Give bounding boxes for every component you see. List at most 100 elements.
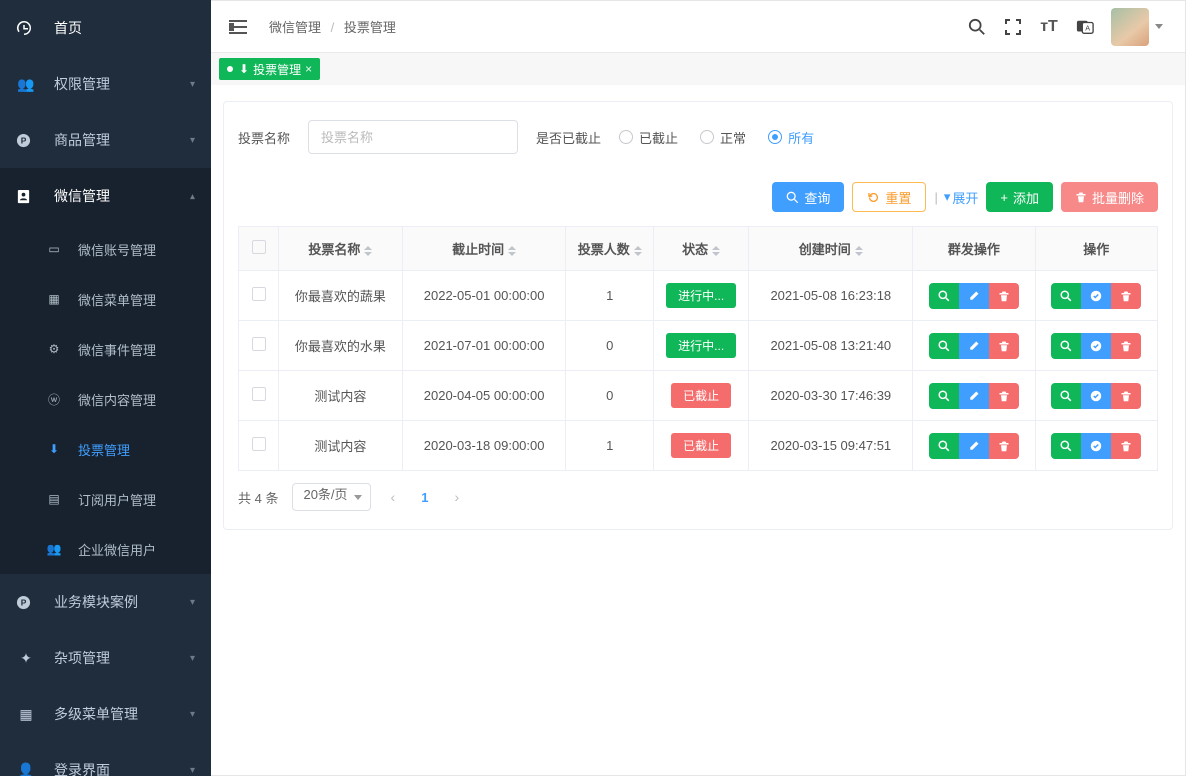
download-icon: ⬇ — [44, 442, 64, 456]
col-op: 操作 — [1035, 227, 1157, 271]
sidebar-item-permission[interactable]: 👥 权限管理 ▾ — [0, 56, 211, 112]
row-check-button[interactable] — [1081, 383, 1111, 409]
expand-link[interactable]: | ▾ 展开 — [934, 188, 978, 207]
filter-name-input[interactable] — [308, 120, 518, 154]
radio-all[interactable]: 所有 — [768, 128, 814, 147]
chevron-down-icon: ▾ — [190, 597, 195, 608]
query-button[interactable]: 查询 — [772, 182, 844, 212]
col-voters[interactable]: 投票人数 — [566, 227, 653, 271]
sidebar-sub-wechat-content[interactable]: ⓦ 微信内容管理 — [0, 374, 211, 424]
group-delete-button[interactable] — [989, 383, 1019, 409]
cell-name: 测试内容 — [279, 371, 403, 421]
reset-button[interactable]: 重置 — [852, 182, 926, 212]
translate-icon[interactable]: A — [1067, 18, 1103, 36]
row-check-button[interactable] — [1081, 283, 1111, 309]
row-view-button[interactable] — [1051, 283, 1081, 309]
col-name[interactable]: 投票名称 — [279, 227, 403, 271]
group-delete-button[interactable] — [989, 333, 1019, 359]
row-checkbox[interactable] — [252, 337, 266, 351]
fullscreen-icon[interactable] — [995, 19, 1031, 35]
sidebar-sub-wechat-account[interactable]: ▭ 微信账号管理 — [0, 224, 211, 274]
page-size-select[interactable]: 20条/页 — [292, 483, 370, 511]
group-edit-button[interactable] — [959, 333, 989, 359]
cell-voters: 0 — [566, 321, 653, 371]
sidebar-sub-subscribers[interactable]: ▤ 订阅用户管理 — [0, 474, 211, 524]
tab-vote-management[interactable]: ⬇ 投票管理 × — [219, 58, 320, 80]
cell-created: 2021-05-08 16:23:18 — [749, 271, 913, 321]
sidebar-sub-wechat-event[interactable]: ⚙ 微信事件管理 — [0, 324, 211, 374]
sidebar-item-login[interactable]: 👤 登录界面 ▾ — [0, 742, 211, 776]
font-size-icon[interactable]: тT — [1031, 18, 1067, 36]
user-avatar[interactable] — [1111, 8, 1149, 46]
col-status[interactable]: 状态 — [653, 227, 749, 271]
group-view-button[interactable] — [929, 433, 959, 459]
group-op — [929, 383, 1019, 409]
row-view-button[interactable] — [1051, 333, 1081, 359]
group-edit-button[interactable] — [959, 433, 989, 459]
pager-current[interactable]: 1 — [415, 490, 434, 505]
wordpress-icon: ⓦ — [44, 391, 64, 408]
row-checkbox[interactable] — [252, 387, 266, 401]
row-checkbox[interactable] — [252, 287, 266, 301]
sidebar-item-wechat[interactable]: 微信管理 ▾ — [0, 168, 211, 224]
breadcrumb: 微信管理 / 投票管理 — [269, 17, 396, 36]
group-delete-button[interactable] — [989, 283, 1019, 309]
cell-name: 你最喜欢的蔬果 — [279, 271, 403, 321]
collapse-sidebar-button[interactable] — [229, 20, 247, 34]
add-button[interactable]: + 添加 — [986, 182, 1053, 212]
id-card-icon: ▭ — [44, 242, 64, 256]
sort-icon — [364, 246, 372, 256]
pager-prev[interactable]: ‹ — [385, 489, 402, 505]
user-icon: 👤 — [16, 762, 36, 776]
group-edit-button[interactable] — [959, 283, 989, 309]
radio-normal[interactable]: 正常 — [700, 128, 746, 147]
svg-text:A: A — [1085, 23, 1090, 32]
group-view-button[interactable] — [929, 333, 959, 359]
col-group-op: 群发操作 — [913, 227, 1035, 271]
tab-label: 投票管理 — [253, 61, 301, 78]
element-icon: ▦ — [44, 292, 64, 306]
status-badge: 进行中... — [666, 283, 736, 308]
sidebar-sub-wechat-menu[interactable]: ▦ 微信菜单管理 — [0, 274, 211, 324]
row-check-button[interactable] — [1081, 333, 1111, 359]
breadcrumb-current: 投票管理 — [344, 20, 396, 35]
row-delete-button[interactable] — [1111, 283, 1141, 309]
radio-closed[interactable]: 已截止 — [619, 128, 678, 147]
cell-deadline: 2020-03-18 09:00:00 — [402, 421, 566, 471]
pager-next[interactable]: › — [448, 489, 465, 505]
row-check-button[interactable] — [1081, 433, 1111, 459]
row-view-button[interactable] — [1051, 383, 1081, 409]
col-deadline[interactable]: 截止时间 — [402, 227, 566, 271]
filter-status-radios: 已截止 正常 所有 — [619, 128, 814, 147]
row-view-button[interactable] — [1051, 433, 1081, 459]
row-delete-button[interactable] — [1111, 433, 1141, 459]
sidebar-item-multilevel[interactable]: ▦ 多级菜单管理 ▾ — [0, 686, 211, 742]
sidebar-item-misc[interactable]: ✦ 杂项管理 ▾ — [0, 630, 211, 686]
sidebar-item-goods[interactable]: P 商品管理 ▾ — [0, 112, 211, 168]
main: 微信管理 / 投票管理 тT A ⬇ 投票管理 × 投票名称 — [211, 0, 1186, 776]
breadcrumb-parent[interactable]: 微信管理 — [269, 20, 321, 35]
group-view-button[interactable] — [929, 383, 959, 409]
tabs-bar: ⬇ 投票管理 × — [211, 53, 1185, 85]
row-delete-button[interactable] — [1111, 333, 1141, 359]
row-checkbox[interactable] — [252, 437, 266, 451]
sidebar-item-business-demo[interactable]: P 业务模块案例 ▾ — [0, 574, 211, 630]
calendar-icon: ▤ — [44, 492, 64, 506]
close-icon[interactable]: × — [305, 62, 312, 76]
gear-icon: ⚙ — [44, 342, 64, 356]
group-edit-button[interactable] — [959, 383, 989, 409]
sidebar-sub-vote[interactable]: ⬇ 投票管理 — [0, 424, 211, 474]
content: 投票名称 是否已截止 已截止 正常 所有 查询 重置 — [211, 85, 1185, 775]
sidebar-home[interactable]: 首页 — [0, 0, 211, 56]
search-icon[interactable] — [959, 18, 995, 36]
group-view-button[interactable] — [929, 283, 959, 309]
bulk-delete-button[interactable]: 批量删除 — [1061, 182, 1158, 212]
group-delete-button[interactable] — [989, 433, 1019, 459]
dashboard-icon — [16, 20, 36, 36]
cell-name: 测试内容 — [279, 421, 403, 471]
sidebar-sub-enterprise-users[interactable]: 👥 企业微信用户 — [0, 524, 211, 574]
select-all-checkbox[interactable] — [252, 240, 266, 254]
status-badge: 已截止 — [671, 433, 731, 458]
row-delete-button[interactable] — [1111, 383, 1141, 409]
col-created[interactable]: 创建时间 — [749, 227, 913, 271]
